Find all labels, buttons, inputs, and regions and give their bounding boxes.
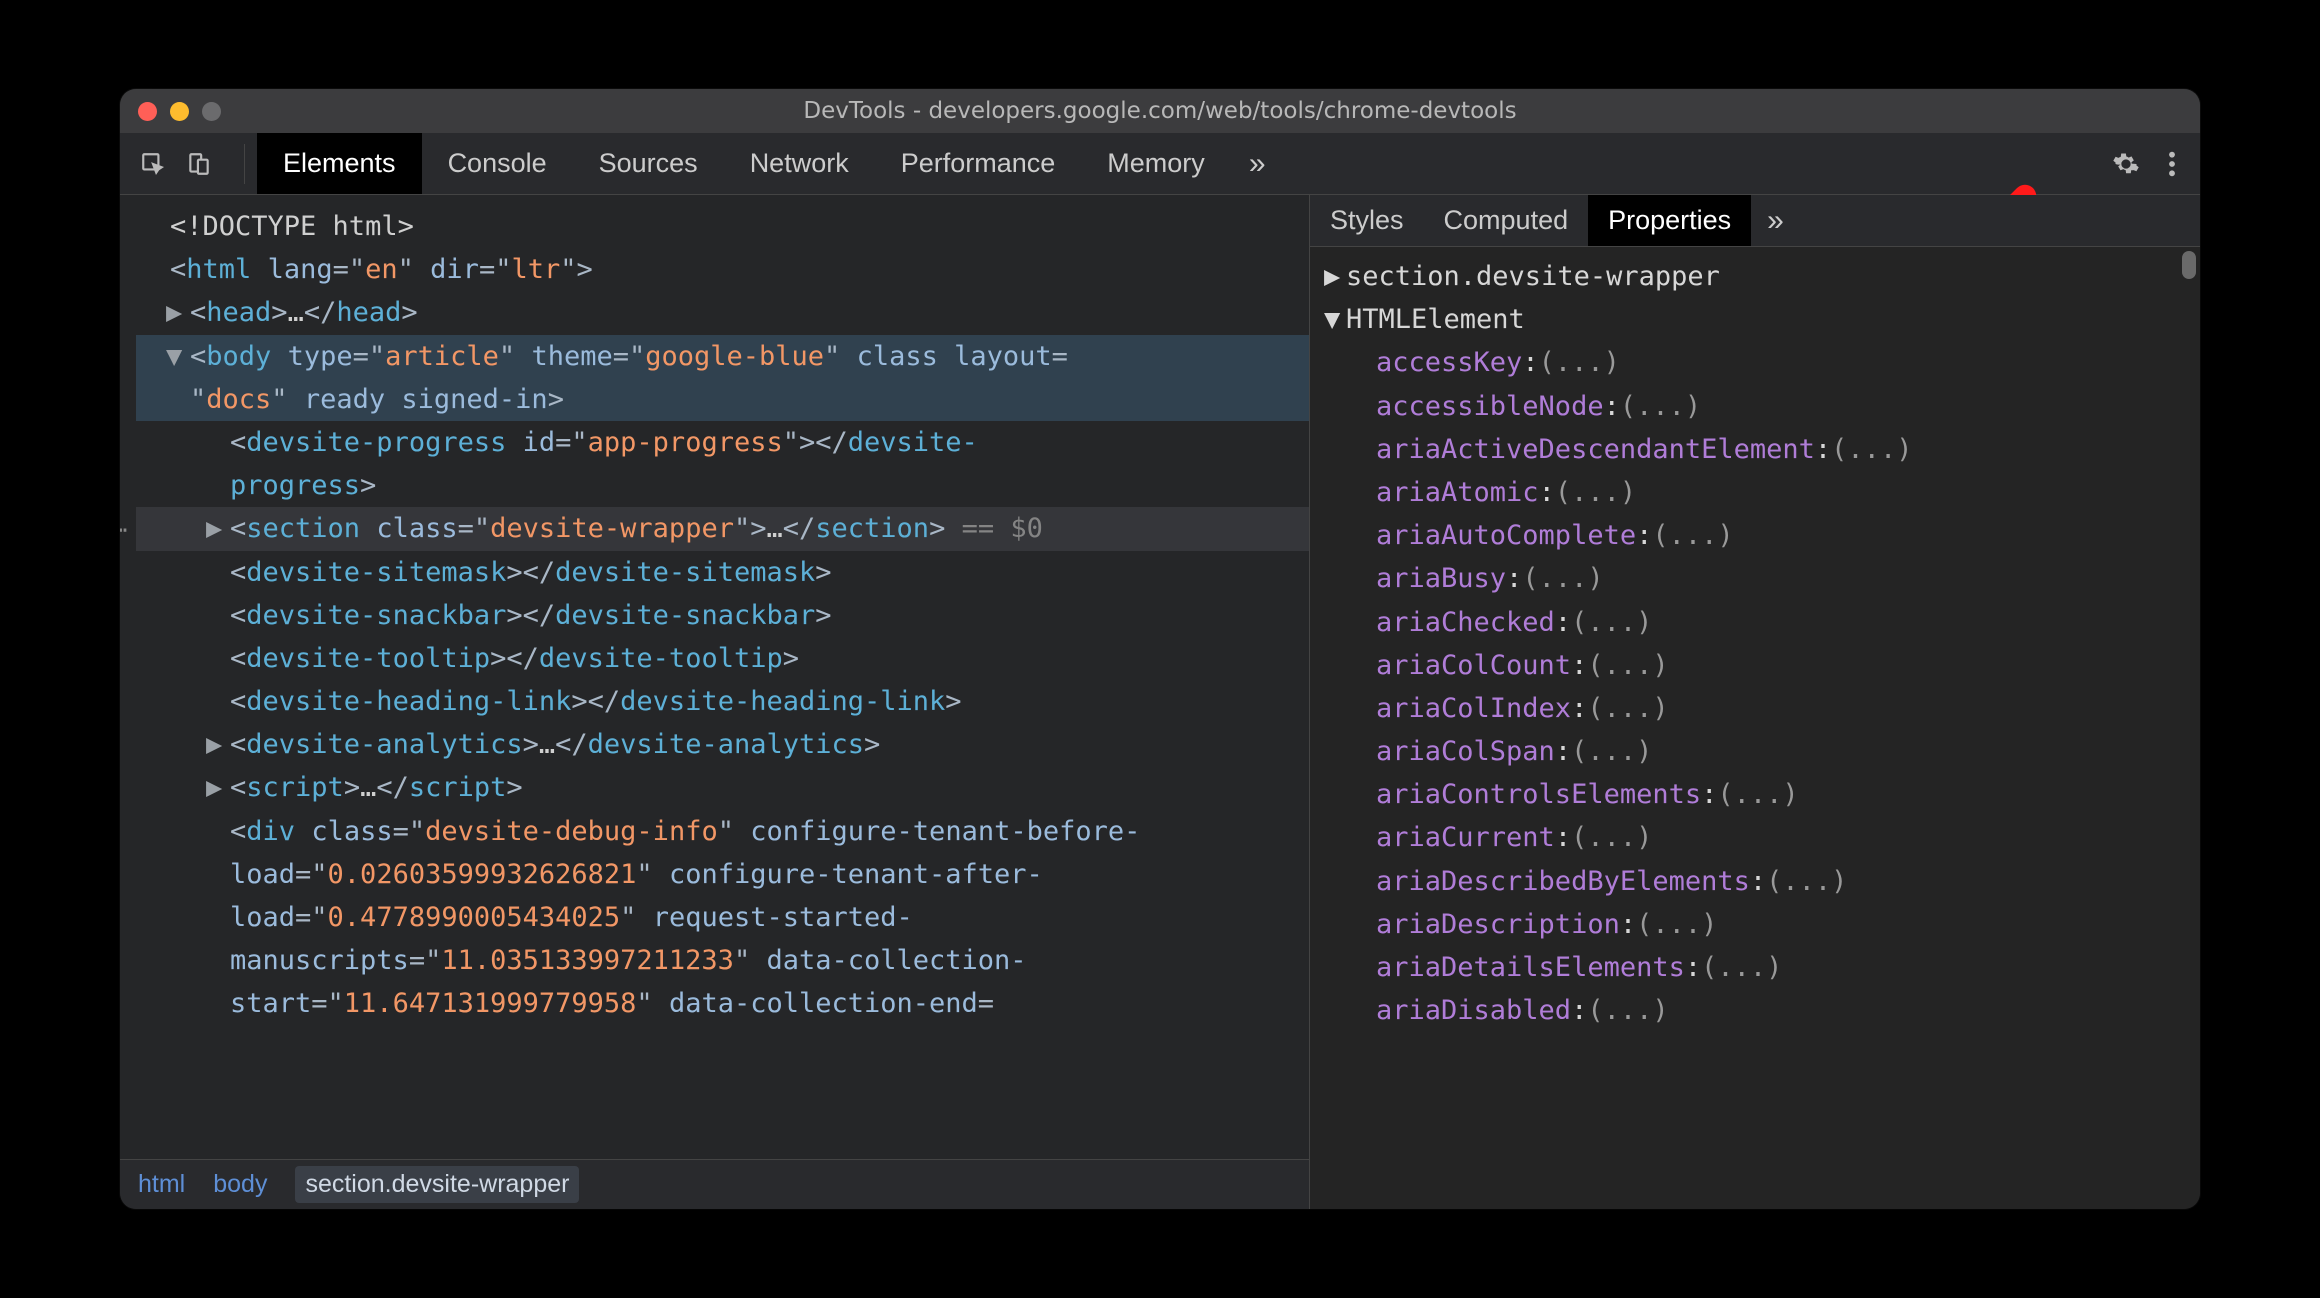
prop-entry[interactable]: accessibleNode: (...)	[1324, 385, 2194, 428]
prop-entry[interactable]: ariaChecked: (...)	[1324, 601, 2194, 644]
scrollbar-thumb[interactable]	[2182, 251, 2196, 279]
tab-console[interactable]: Console	[422, 133, 573, 194]
prop-entry[interactable]: ariaDescribedByElements: (...)	[1324, 860, 2194, 903]
prop-entry[interactable]: accessKey: (...)	[1324, 341, 2194, 384]
dom-sitemask[interactable]: <devsite-sitemask></devsite-sitemask>	[136, 551, 1309, 594]
dom-script[interactable]: ▶<script>…</script>	[136, 766, 1309, 809]
device-toggle-icon[interactable]	[186, 151, 212, 177]
dom-pane: <!DOCTYPE html> <html lang="en" dir="ltr…	[120, 195, 1310, 1209]
dom-tree[interactable]: <!DOCTYPE html> <html lang="en" dir="ltr…	[120, 195, 1309, 1159]
gear-icon[interactable]	[2112, 150, 2140, 178]
tab-styles[interactable]: Styles	[1310, 195, 1424, 246]
tab-memory[interactable]: Memory	[1081, 133, 1231, 194]
dom-doctype[interactable]: <!DOCTYPE html>	[136, 205, 1309, 248]
sidebar-tabs: Styles Computed Properties »	[1310, 195, 2200, 247]
kebab-icon[interactable]	[2168, 150, 2176, 178]
tab-properties[interactable]: Properties	[1588, 195, 1751, 246]
dom-tooltip[interactable]: <devsite-tooltip></devsite-tooltip>	[136, 637, 1309, 680]
divider	[244, 144, 245, 184]
dom-heading-link[interactable]: <devsite-heading-link></devsite-heading-…	[136, 680, 1309, 723]
sidebar-more-tabs-icon[interactable]: »	[1751, 204, 1800, 238]
dom-head[interactable]: ▶<head>…</head>	[136, 291, 1309, 334]
properties-panel[interactable]: ▶section.devsite-wrapper ▼HTMLElement ac…	[1310, 247, 2200, 1209]
main-toolbar: Elements Console Sources Network Perform…	[120, 133, 2200, 195]
crumb-html[interactable]: html	[138, 1170, 185, 1199]
dom-body[interactable]: ▼<body type="article" theme="google-blue…	[136, 335, 1309, 421]
devtools-window: DevTools - developers.google.com/web/too…	[120, 89, 2200, 1209]
dom-analytics[interactable]: ▶<devsite-analytics>…</devsite-analytics…	[136, 723, 1309, 766]
dom-html[interactable]: <html lang="en" dir="ltr">	[136, 248, 1309, 291]
prop-entry[interactable]: ariaControlsElements: (...)	[1324, 773, 2194, 816]
prop-entry[interactable]: ariaAutoComplete: (...)	[1324, 514, 2194, 557]
prop-entry[interactable]: ariaColSpan: (...)	[1324, 730, 2194, 773]
tab-sources[interactable]: Sources	[573, 133, 724, 194]
prop-entry[interactable]: ariaDisabled: (...)	[1324, 989, 2194, 1032]
dom-progress[interactable]: <devsite-progress id="app-progress"></de…	[136, 421, 1309, 507]
prop-entry[interactable]: ariaColIndex: (...)	[1324, 687, 2194, 730]
prop-entry[interactable]: ariaBusy: (...)	[1324, 557, 2194, 600]
prop-entry[interactable]: ariaColCount: (...)	[1324, 644, 2194, 687]
prop-entry[interactable]: ariaDescription: (...)	[1324, 903, 2194, 946]
crumb-section[interactable]: section.devsite-wrapper	[295, 1166, 579, 1203]
crumb-body[interactable]: body	[213, 1170, 267, 1199]
sidebar-pane: Styles Computed Properties » ▶section.de…	[1310, 195, 2200, 1209]
dom-snackbar[interactable]: <devsite-snackbar></devsite-snackbar>	[136, 594, 1309, 637]
prop-header[interactable]: ▶section.devsite-wrapper	[1324, 255, 2194, 298]
tab-computed[interactable]: Computed	[1424, 195, 1589, 246]
window-title: DevTools - developers.google.com/web/too…	[120, 98, 2200, 124]
dom-debug-div[interactable]: <div class="devsite-debug-info" configur…	[136, 810, 1309, 1026]
prop-proto[interactable]: ▼HTMLElement	[1324, 298, 2194, 341]
prop-entry[interactable]: ariaCurrent: (...)	[1324, 816, 2194, 859]
tab-network[interactable]: Network	[724, 133, 875, 194]
inspect-element-icon[interactable]	[140, 151, 166, 177]
prop-entry[interactable]: ariaDetailsElements: (...)	[1324, 946, 2194, 989]
breadcrumb: html body section.devsite-wrapper	[120, 1159, 1309, 1209]
dom-section[interactable]: ▶<section class="devsite-wrapper">…</sec…	[136, 507, 1309, 550]
tab-elements[interactable]: Elements	[257, 133, 422, 194]
titlebar: DevTools - developers.google.com/web/too…	[120, 89, 2200, 133]
content-area: <!DOCTYPE html> <html lang="en" dir="ltr…	[120, 195, 2200, 1209]
prop-entry[interactable]: ariaActiveDescendantElement: (...)	[1324, 428, 2194, 471]
prop-entry[interactable]: ariaAtomic: (...)	[1324, 471, 2194, 514]
tab-performance[interactable]: Performance	[875, 133, 1082, 194]
more-tabs-icon[interactable]: »	[1231, 133, 1284, 194]
main-tabs: Elements Console Sources Network Perform…	[257, 133, 1284, 194]
